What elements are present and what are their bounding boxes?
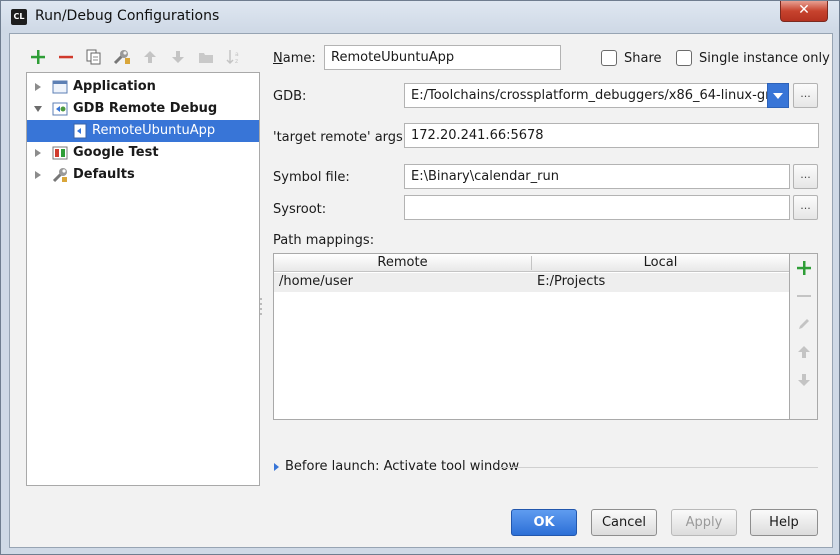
ok-button[interactable]: OK (511, 509, 577, 536)
dialog-body: az Application GDB Remote Debug RemoteUb… (9, 33, 833, 548)
tree-item-label: Application (73, 79, 156, 94)
config-icon (73, 123, 87, 139)
share-checkbox[interactable] (601, 50, 617, 66)
title-bar[interactable]: CL Run/Debug Configurations ✕ (1, 1, 839, 33)
tree-item-gdb-remote-debug[interactable]: GDB Remote Debug (27, 98, 259, 120)
symbol-file-field[interactable]: E:\Binary\calendar_run (404, 164, 790, 189)
wrench-icon (52, 168, 67, 183)
cancel-button[interactable]: Cancel (591, 509, 657, 536)
column-header-local[interactable]: Local (532, 255, 789, 270)
edit-defaults-icon[interactable] (108, 44, 136, 70)
svg-text:z: z (235, 58, 238, 65)
symbol-file-browse-button[interactable]: ... (793, 164, 818, 189)
cell-local[interactable]: E:/Projects (537, 274, 605, 289)
tree-item-defaults[interactable]: Defaults (27, 164, 259, 186)
single-instance-label: Single instance only (699, 51, 830, 66)
target-remote-field[interactable]: 172.20.241.66:5678 (404, 123, 819, 148)
remove-mapping-icon[interactable] (794, 286, 814, 306)
application-icon (52, 80, 68, 94)
gdb-combobox[interactable]: E:/Toolchains/crossplatform_debuggers/x8… (404, 83, 768, 108)
column-header-remote[interactable]: Remote (274, 255, 531, 270)
copy-icon[interactable] (80, 44, 108, 70)
gdb-browse-button[interactable]: ... (793, 83, 818, 108)
tree-item-remoteubuntuapp[interactable]: RemoteUbuntuApp (27, 120, 259, 142)
configurations-tree[interactable]: Application GDB Remote Debug RemoteUbunt… (26, 72, 260, 486)
collapse-arrow-icon[interactable] (33, 104, 43, 114)
apply-button[interactable]: Apply (671, 509, 737, 536)
tree-item-label: Defaults (73, 167, 135, 182)
move-mapping-up-icon[interactable] (794, 342, 814, 362)
before-launch-separator (500, 467, 818, 468)
tree-item-application[interactable]: Application (27, 76, 259, 98)
path-mappings-tools (790, 253, 818, 420)
close-button[interactable]: ✕ (780, 1, 828, 22)
target-remote-label: 'target remote' args: (273, 130, 408, 145)
table-row[interactable]: /home/user E:/Projects (274, 273, 789, 292)
tree-item-label: GDB Remote Debug (73, 101, 218, 116)
expand-arrow-icon[interactable] (33, 148, 43, 158)
sort-icon[interactable]: az (220, 44, 248, 70)
move-down-icon[interactable] (164, 44, 192, 70)
before-launch-label: Before launch: Activate tool window (285, 459, 520, 474)
svg-text:a: a (235, 51, 239, 58)
remove-icon[interactable] (52, 44, 80, 70)
move-up-icon[interactable] (136, 44, 164, 70)
gdb-label: GDB: (273, 89, 307, 104)
tree-item-google-test[interactable]: Google Test (27, 142, 259, 164)
expand-arrow-icon[interactable] (33, 170, 43, 180)
single-instance-checkbox[interactable] (676, 50, 692, 66)
name-label: Name: (273, 51, 316, 66)
dialog-title: Run/Debug Configurations (35, 8, 220, 24)
move-mapping-down-icon[interactable] (794, 370, 814, 390)
sysroot-browse-button[interactable]: ... (793, 195, 818, 220)
expand-arrow-icon[interactable] (33, 82, 43, 92)
clion-app-icon: CL (11, 9, 27, 25)
configurations-toolbar: az (24, 44, 248, 70)
edit-mapping-icon[interactable] (794, 314, 814, 334)
folder-icon[interactable] (192, 44, 220, 70)
dialog-window: CL Run/Debug Configurations ✕ a z Applic… (0, 0, 840, 555)
path-mappings-label: Path mappings: (273, 233, 375, 248)
gdb-remote-icon (52, 102, 68, 116)
add-mapping-icon[interactable] (794, 258, 814, 278)
help-button[interactable]: Help (750, 509, 818, 536)
chevron-down-icon (773, 93, 783, 99)
cell-remote[interactable]: /home/user (279, 274, 353, 289)
gdb-dropdown-button[interactable] (767, 83, 789, 108)
google-test-icon (52, 146, 68, 160)
expand-arrow-icon (274, 463, 279, 471)
name-label-rest: ame: (282, 51, 316, 66)
tree-item-label: Google Test (73, 145, 159, 160)
table-header: Remote Local (274, 254, 789, 272)
tree-item-label: RemoteUbuntuApp (92, 123, 216, 138)
add-icon[interactable] (24, 44, 52, 70)
path-mappings-table[interactable]: Remote Local /home/user E:/Projects (273, 253, 790, 420)
symbol-file-label: Symbol file: (273, 170, 350, 185)
splitter-handle[interactable] (259, 296, 263, 316)
sysroot-label: Sysroot: (273, 202, 327, 217)
sysroot-field[interactable] (404, 195, 790, 220)
name-field[interactable]: RemoteUbuntuApp (324, 45, 561, 70)
share-label: Share (624, 51, 662, 66)
